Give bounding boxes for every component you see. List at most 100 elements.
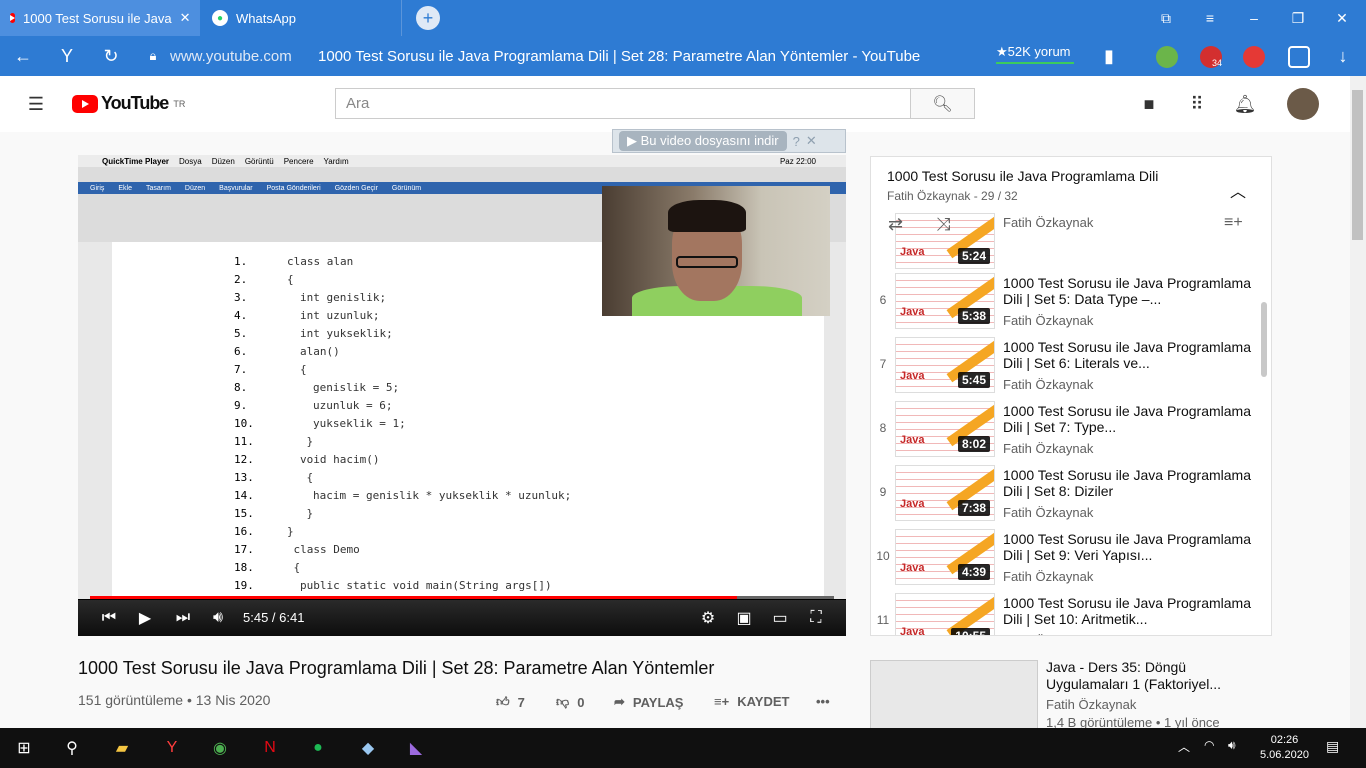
reload-icon[interactable]: ↻ bbox=[96, 36, 126, 76]
recommended-title[interactable]: Java - Ders 35: Döngü Uygulamaları 1 (Fa… bbox=[1046, 659, 1256, 693]
visual-studio-icon[interactable]: ◣ bbox=[402, 734, 430, 762]
playlist-item-title[interactable]: 1000 Test Sorusu ile Java Programlama Di… bbox=[1003, 531, 1251, 563]
more-actions-icon[interactable]: ••• bbox=[816, 694, 830, 709]
spotify-icon[interactable]: ● bbox=[304, 734, 332, 762]
playlist-item[interactable]: 11 Java 10:55 1000 Test Sorusu ile Java Pro… bbox=[871, 589, 1271, 635]
chrome-icon[interactable]: ◉ bbox=[206, 734, 234, 762]
playlist-thumbnail[interactable]: Java 10:55 bbox=[895, 593, 995, 635]
extension-badge-icon[interactable]: 34 bbox=[1200, 46, 1222, 68]
recommended-channel[interactable]: Fatih Özkaynak bbox=[1046, 697, 1136, 712]
volume-icon[interactable]: 🔊︎ bbox=[206, 604, 230, 632]
download-video-bar[interactable]: ▶ Bu video dosyasını indir ? ✕ bbox=[612, 129, 846, 153]
back-icon[interactable]: ← bbox=[8, 36, 38, 76]
shuffle-icon[interactable]: ⤨ bbox=[936, 214, 950, 235]
collapse-chevron-icon[interactable]: ︿ bbox=[1230, 178, 1246, 202]
playlist-item[interactable]: 10 Java 4:39 1000 Test Sorusu ile Java Prog… bbox=[871, 525, 1271, 589]
playlist-item[interactable]: 8 Java 8:02 1000 Test Sorusu ile Java Progr… bbox=[871, 397, 1271, 461]
playlist-thumbnail[interactable]: Java 7:38 bbox=[895, 465, 995, 521]
file-explorer-icon[interactable]: ▰ bbox=[108, 734, 136, 762]
yandex-icon[interactable]: Y bbox=[52, 36, 82, 76]
page-scrollbar-thumb[interactable] bbox=[1352, 90, 1363, 240]
recommended-thumbnail[interactable] bbox=[870, 660, 1038, 730]
extension-badge-count: 34 bbox=[1211, 58, 1222, 68]
download-icon[interactable]: ↓ bbox=[1328, 36, 1358, 76]
extension-puzzle-icon[interactable] bbox=[1288, 46, 1310, 68]
restore-button[interactable]: ❐ bbox=[1276, 0, 1320, 36]
previous-icon[interactable]: ⏮︎ bbox=[98, 604, 120, 632]
url-page-title[interactable]: 1000 Test Sorusu ile Java Programlama Di… bbox=[318, 48, 920, 65]
create-video-icon[interactable]: ■ bbox=[1137, 94, 1161, 114]
playlist-thumbnail[interactable]: Java 5:38 bbox=[895, 273, 995, 329]
download-video-button[interactable]: ▶ Bu video dosyasını indir bbox=[619, 131, 787, 151]
youtube-logo[interactable]: YouTube TR bbox=[72, 93, 185, 114]
start-icon[interactable]: ⊞ bbox=[10, 734, 38, 762]
code-line-text: int genislik; bbox=[300, 291, 387, 304]
yandex-browser-icon[interactable]: Y bbox=[158, 734, 186, 762]
search-button[interactable]: 🔍︎ bbox=[910, 88, 975, 119]
extension-globe-icon[interactable] bbox=[1156, 46, 1178, 68]
help-icon[interactable]: ? bbox=[793, 134, 800, 149]
tray-chevron-icon[interactable]: ︿ bbox=[1178, 738, 1190, 755]
share-label: PAYLAŞ bbox=[632, 694, 684, 710]
minimize-button[interactable]: – bbox=[1232, 0, 1276, 36]
share-button[interactable]: ➦ PAYLAŞ bbox=[614, 694, 683, 710]
playlist-item-channel: Fatih Özkaynak bbox=[1003, 377, 1094, 392]
code-line: 10. yukseklik = 1; bbox=[234, 415, 571, 433]
theater-mode-icon[interactable]: ▭ bbox=[768, 604, 792, 632]
notification-center-icon[interactable]: ▤ bbox=[1326, 738, 1339, 755]
code-line-text: { bbox=[293, 561, 301, 574]
like-button[interactable]: 👍︎ 7 bbox=[496, 694, 525, 710]
playlist-scrollbar-thumb[interactable] bbox=[1261, 302, 1267, 377]
playlist-item[interactable]: 6 Java 5:38 1000 Test Sorusu ile Java Progr… bbox=[871, 269, 1271, 333]
tabs-icon[interactable]: ⧉ bbox=[1144, 0, 1188, 36]
taskbar-clock[interactable]: 02:26 5.06.2020 bbox=[1260, 733, 1309, 763]
settings-gear-icon[interactable]: ⚙ bbox=[696, 604, 720, 632]
playlist-thumbnail[interactable]: Java 4:39 bbox=[895, 529, 995, 585]
playlist-item-title[interactable]: 1000 Test Sorusu ile Java Programlama Di… bbox=[1003, 467, 1251, 499]
playlist-item[interactable]: 7 Java 5:45 1000 Test Sorusu ile Java Progr… bbox=[871, 333, 1271, 397]
playlist-item-title[interactable]: 1000 Test Sorusu ile Java Programlama Di… bbox=[1003, 275, 1251, 307]
play-icon[interactable]: ▶ bbox=[134, 604, 156, 632]
playlist-item-title[interactable]: 1000 Test Sorusu ile Java Programlama Di… bbox=[1003, 403, 1251, 435]
mac-menu-item: Düzen bbox=[211, 156, 235, 166]
hamburger-menu-icon[interactable]: ☰ bbox=[24, 94, 48, 114]
search-taskbar-icon[interactable]: ⚲ bbox=[58, 734, 86, 762]
volume-tray-icon[interactable]: 🔊︎ bbox=[1228, 738, 1236, 753]
code-line-number: 1. bbox=[234, 255, 248, 268]
playlist-item-index: 6 bbox=[879, 293, 887, 307]
netflix-icon[interactable]: N bbox=[256, 734, 284, 762]
notifications-bell-icon[interactable]: 🔔︎ bbox=[1233, 94, 1257, 114]
fullscreen-icon[interactable]: ⛶ bbox=[804, 604, 828, 632]
avatar[interactable] bbox=[1287, 88, 1319, 120]
url-domain[interactable]: www.youtube.com bbox=[170, 48, 292, 65]
extension-red-icon[interactable] bbox=[1243, 46, 1265, 68]
playlist-item[interactable]: 9 Java 7:38 1000 Test Sorusu ile Java Progr… bbox=[871, 461, 1271, 525]
new-tab-button[interactable]: + bbox=[416, 6, 440, 30]
playlist-thumbnail[interactable]: Java 8:02 bbox=[895, 401, 995, 457]
review-count[interactable]: ★52K yorum bbox=[996, 44, 1071, 60]
playlist-title[interactable]: 1000 Test Sorusu ile Java Programlama Di… bbox=[887, 168, 1158, 184]
apps-grid-icon[interactable]: ⠿ bbox=[1185, 94, 1209, 114]
tab-youtube[interactable]: 1000 Test Sorusu ile Java ✕ bbox=[0, 0, 200, 36]
miniplayer-icon[interactable]: ▣ bbox=[732, 604, 756, 632]
next-icon[interactable]: ⏭︎ bbox=[172, 604, 194, 632]
search-input[interactable]: Ara bbox=[335, 88, 911, 119]
tab-whatsapp[interactable]: ● WhatsApp bbox=[202, 0, 402, 36]
playlist-item-title[interactable]: 1000 Test Sorusu ile Java Programlama Di… bbox=[1003, 595, 1251, 627]
playlist-item-title[interactable]: 1000 Test Sorusu ile Java Programlama Di… bbox=[1003, 339, 1251, 371]
close-window-button[interactable]: ✕ bbox=[1320, 0, 1364, 36]
tab-close-icon[interactable]: ✕ bbox=[180, 10, 191, 26]
code-line-number: 18. bbox=[234, 561, 254, 574]
cube-app-icon[interactable]: ◆ bbox=[354, 734, 382, 762]
loop-icon[interactable]: ⇄ bbox=[888, 214, 903, 235]
menu-icon[interactable]: ≡ bbox=[1188, 0, 1232, 36]
code-line: 3. int genislik; bbox=[234, 289, 571, 307]
close-icon[interactable]: ✕ bbox=[806, 133, 817, 149]
video-duration: 5:24 bbox=[957, 248, 990, 264]
save-playlist-icon[interactable]: ≡+ bbox=[1224, 214, 1243, 232]
save-button[interactable]: ≡+ KAYDET bbox=[714, 694, 789, 709]
bookmark-icon[interactable]: ▮ bbox=[1094, 36, 1124, 76]
dislike-button[interactable]: 👎︎ 0 bbox=[556, 694, 584, 710]
wifi-icon[interactable]: ◠ bbox=[1204, 738, 1214, 752]
playlist-thumbnail[interactable]: Java 5:45 bbox=[895, 337, 995, 393]
